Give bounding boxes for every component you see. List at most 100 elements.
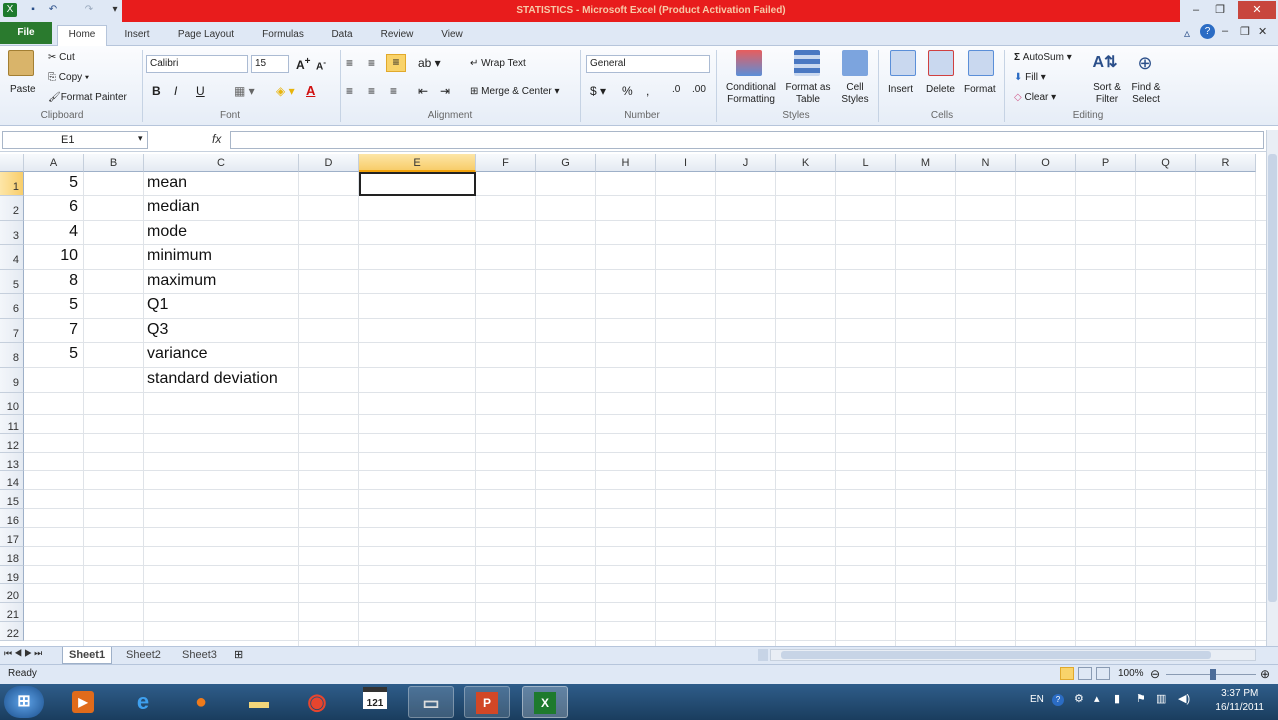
chrome-icon[interactable]: ◉	[294, 686, 340, 718]
cell-c8[interactable]: variance	[147, 345, 207, 370]
zoom-out-icon[interactable]: ⊖	[1150, 665, 1160, 683]
row-header-14[interactable]: 14	[0, 471, 24, 490]
align-top-icon[interactable]: ≡	[346, 56, 353, 70]
powerpoint-icon[interactable]: P	[464, 686, 510, 718]
internet-explorer-icon[interactable]: e	[120, 686, 166, 718]
start-button-icon[interactable]: ⊞	[4, 686, 44, 718]
cell-c1[interactable]: mean	[147, 174, 187, 198]
system-clock[interactable]: 3:37 PM 16/11/2011	[1215, 687, 1264, 715]
paste-button[interactable]: Paste	[10, 84, 36, 95]
sheet-tab-sheet3[interactable]: Sheet3	[176, 647, 223, 664]
power-icon[interactable]: ▮	[1114, 692, 1120, 705]
redo-icon[interactable]: ↷	[82, 3, 96, 17]
language-indicator[interactable]: EN	[1030, 694, 1044, 705]
name-box[interactable]: E1	[2, 131, 148, 149]
restore-button[interactable]: ❐	[1208, 1, 1232, 19]
column-header-i[interactable]: I	[656, 154, 716, 172]
autosum-button[interactable]: Σ AutoSum ▾	[1014, 52, 1072, 63]
percent-icon[interactable]: %	[622, 84, 633, 98]
row-header-15[interactable]: 15	[0, 490, 24, 509]
column-header-c[interactable]: C	[144, 154, 299, 172]
row-header-17[interactable]: 17	[0, 528, 24, 547]
column-header-q[interactable]: Q	[1136, 154, 1196, 172]
window-switcher-icon[interactable]: ▭	[408, 686, 454, 718]
doc-close-icon[interactable]: ✕	[1258, 25, 1267, 38]
column-header-o[interactable]: O	[1016, 154, 1076, 172]
cell-a1[interactable]: 5	[24, 174, 82, 198]
tab-file[interactable]: File	[0, 22, 52, 44]
decrease-indent-icon[interactable]: ⇤	[418, 84, 428, 98]
italic-icon[interactable]: I	[174, 84, 177, 98]
conditional-formatting-icon[interactable]	[736, 50, 762, 76]
cut-button[interactable]: ✂ Cut	[48, 52, 75, 63]
increase-decimal-icon[interactable]: .0	[672, 84, 680, 95]
row-header-8[interactable]: 8	[0, 343, 24, 368]
font-color-icon[interactable]: A	[306, 83, 315, 98]
insert-cells-icon[interactable]	[890, 50, 916, 76]
flag-icon[interactable]: ⚑	[1136, 692, 1146, 705]
bold-icon[interactable]: B	[152, 84, 161, 98]
number-format-combo[interactable]: General	[586, 55, 710, 73]
insert-function-icon[interactable]: fx	[212, 132, 221, 146]
row-header-11[interactable]: 11	[0, 415, 24, 434]
insert-sheet-icon[interactable]: ⊞	[234, 648, 243, 661]
increase-indent-icon[interactable]: ⇥	[440, 84, 450, 98]
sheet-tab-sheet2[interactable]: Sheet2	[120, 647, 167, 664]
help-icon[interactable]: ?	[1200, 24, 1215, 39]
insert-button[interactable]: Insert	[888, 84, 913, 95]
volume-icon[interactable]: ◀)	[1178, 692, 1190, 705]
calendar-icon[interactable]: 121	[352, 686, 398, 718]
sheet-nav-arrows[interactable]: ⏮◀▶⏭	[4, 648, 44, 659]
excel-app-icon[interactable]: X	[3, 3, 17, 17]
row-header-9[interactable]: 9	[0, 368, 24, 393]
firefox-icon[interactable]: ●	[178, 686, 224, 718]
select-all-corner[interactable]	[0, 154, 24, 172]
file-explorer-icon[interactable]: ▬	[236, 686, 282, 718]
column-header-h[interactable]: H	[596, 154, 656, 172]
align-bottom-icon[interactable]: ≡	[386, 54, 406, 72]
tab-insert[interactable]: Insert	[116, 26, 158, 46]
row-header-18[interactable]: 18	[0, 547, 24, 566]
cell-a6[interactable]: 5	[24, 296, 82, 321]
column-header-j[interactable]: J	[716, 154, 776, 172]
delete-button[interactable]: Delete	[926, 84, 955, 95]
clear-button[interactable]: ◇ Clear ▾	[1014, 92, 1056, 103]
tab-formulas[interactable]: Formulas	[254, 26, 312, 46]
zoom-slider-thumb[interactable]	[1210, 669, 1216, 680]
excel-taskbar-icon[interactable]: X	[522, 686, 568, 718]
fill-button[interactable]: ⬇ Fill ▾	[1014, 72, 1046, 83]
hscroll-thumb[interactable]	[781, 651, 1211, 659]
cell-c5[interactable]: maximum	[147, 272, 216, 296]
row-header-6[interactable]: 6	[0, 294, 24, 319]
minimize-ribbon-icon[interactable]: ▵	[1184, 26, 1190, 40]
row-header-5[interactable]: 5	[0, 270, 24, 294]
font-name-combo[interactable]: Calibri	[146, 55, 248, 73]
tab-review[interactable]: Review	[372, 26, 422, 46]
orientation-icon[interactable]: ab ▾	[418, 56, 441, 70]
cell-a5[interactable]: 8	[24, 272, 82, 296]
cell-c2[interactable]: median	[147, 198, 199, 223]
format-cells-icon[interactable]	[968, 50, 994, 76]
format-as-table-icon[interactable]	[794, 50, 820, 76]
find-select-button[interactable]: Find & Select	[1126, 82, 1166, 106]
column-header-n[interactable]: N	[956, 154, 1016, 172]
column-header-r[interactable]: R	[1196, 154, 1256, 172]
worksheet-grid[interactable]: ABCDEFGHIJKLMNOPQR 1 2 3 4 5 6 7 8 9 10 11 12 13 14 15…	[0, 154, 1266, 646]
cell-a2[interactable]: 6	[24, 198, 82, 223]
merge-center-button[interactable]: ⊞ Merge & Center ▾	[470, 86, 560, 97]
scroll-thumb[interactable]	[1268, 154, 1277, 602]
tab-page-layout[interactable]: Page Layout	[168, 26, 244, 46]
row-header-22[interactable]: 22	[0, 622, 24, 641]
column-header-f[interactable]: F	[476, 154, 536, 172]
cell-c4[interactable]: minimum	[147, 247, 212, 272]
paste-icon[interactable]	[8, 50, 34, 76]
comma-icon[interactable]: ,	[646, 84, 649, 98]
tray-icon-1[interactable]: ⚙	[1074, 692, 1084, 705]
cell-a3[interactable]: 4	[24, 223, 82, 247]
undo-icon[interactable]: ↶	[46, 3, 60, 17]
column-header-e[interactable]: E	[359, 154, 476, 172]
cell-styles-button[interactable]: Cell Styles	[836, 82, 874, 106]
doc-restore-icon[interactable]: ❐	[1240, 25, 1250, 38]
column-header-g[interactable]: G	[536, 154, 596, 172]
format-button[interactable]: Format	[964, 84, 996, 95]
